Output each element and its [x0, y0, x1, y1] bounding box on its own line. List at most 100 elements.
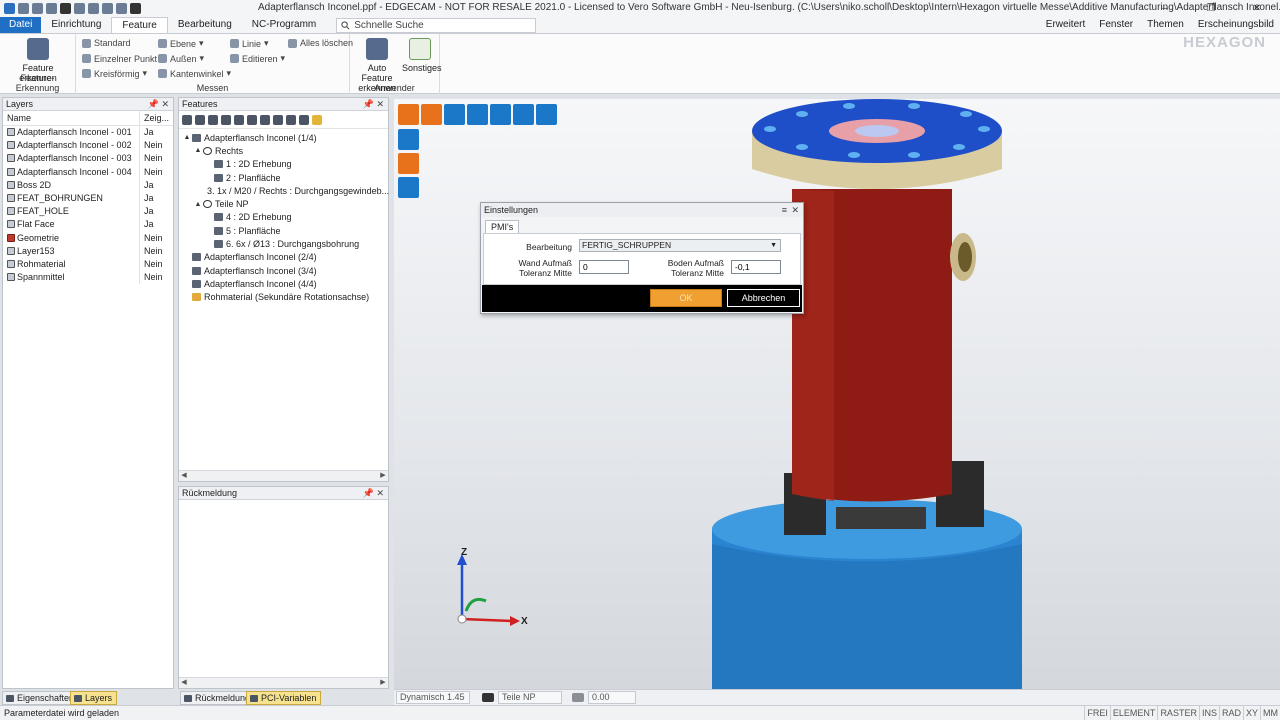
layer-visible-cell[interactable]: Ja: [138, 204, 173, 218]
ebene-button[interactable]: Ebene ▾: [158, 38, 204, 49]
print-icon[interactable]: [74, 3, 85, 14]
tab-layers[interactable]: Layers: [70, 691, 118, 705]
layer-visible-cell[interactable]: Nein: [138, 231, 173, 245]
sonstiges-button[interactable]: Sonstiges: [402, 38, 442, 73]
save-icon[interactable]: [46, 3, 57, 14]
feature-tree-item[interactable]: 1 : 2D Erhebung: [179, 158, 388, 171]
layer-visible-cell[interactable]: Nein: [138, 138, 173, 152]
standard-button[interactable]: Standard: [82, 38, 131, 48]
layer-row[interactable]: FEAT_HOLE Ja: [3, 204, 173, 218]
layer-visible-cell[interactable]: Ja: [138, 191, 173, 205]
layer-row[interactable]: Layer153 Nein: [3, 244, 173, 258]
cancel-button[interactable]: Abbrechen: [727, 289, 800, 307]
layer-visible-cell[interactable]: Ja: [138, 217, 173, 231]
tab-pmis[interactable]: PMI's: [485, 220, 520, 234]
column-zeigen[interactable]: Zeig...: [138, 111, 173, 126]
feature-tree-item[interactable]: 2 : Planfläche: [179, 171, 388, 184]
feature-tree-item[interactable]: Adapterflansch Inconel (2/4): [179, 251, 388, 264]
linie-button[interactable]: Linie ▾: [230, 38, 269, 49]
feature-tool-icon[interactable]: [247, 114, 257, 125]
minimize-button[interactable]: –: [1142, 0, 1188, 17]
open-file-icon[interactable]: [32, 3, 43, 14]
close-button[interactable]: ✕: [1234, 0, 1280, 17]
layer-visible-cell[interactable]: Nein: [138, 151, 173, 166]
tab-feature[interactable]: Feature: [111, 17, 168, 33]
alles-loeschen-button[interactable]: Alles löschen: [288, 38, 353, 48]
tab-pci-variablen[interactable]: PCI-Variablen: [246, 691, 322, 705]
layer-row[interactable]: Flat Face Ja: [3, 217, 173, 231]
feature-tree-item[interactable]: Adapterflansch Inconel (4/4): [179, 277, 388, 290]
expand-toggle[interactable]: ▲: [193, 147, 203, 154]
wand-aufmass-input[interactable]: [579, 260, 629, 274]
layer-row[interactable]: FEAT_BOHRUNGEN Ja: [3, 191, 173, 205]
feature-tool-icon[interactable]: [273, 114, 283, 125]
feature-tree-item[interactable]: 3. 1x / M20 / Rechts : Durchgangsgewinde…: [179, 184, 389, 197]
feature-tree-item[interactable]: 6. 6x / Ø13 : Durchgangsbohrung: [179, 237, 388, 250]
cancel-icon[interactable]: [130, 3, 141, 14]
scroll-right-arrow[interactable]: ▶: [378, 678, 388, 688]
tool-icon[interactable]: [88, 3, 99, 14]
layer-row[interactable]: Adapterflansch Inconel - 002 Nein: [3, 138, 173, 152]
feature-tree-item[interactable]: ▲ Rechts: [179, 144, 388, 157]
aussen-button[interactable]: Außen ▾: [158, 53, 204, 64]
rueckmeldung-horizontal-scrollbar[interactable]: ◀ ▶: [179, 677, 388, 688]
menu-erscheinungsbild[interactable]: Erscheinungsbild: [1198, 17, 1274, 33]
feature-tool-icon[interactable]: [260, 114, 270, 125]
lock-icon[interactable]: [312, 114, 322, 125]
feature-tool-icon[interactable]: [234, 114, 244, 125]
layer-visible-cell[interactable]: Nein: [138, 257, 173, 271]
tab-einrichtung[interactable]: Einrichtung: [41, 17, 111, 33]
layer-row[interactable]: Boss 2D Ja: [3, 178, 173, 192]
ok-button[interactable]: OK: [650, 289, 722, 307]
kantenwinkel-button[interactable]: Kantenwinkel ▾: [158, 68, 231, 79]
feature-tree-item[interactable]: Rohmaterial (Sekundäre Rotationsachse): [179, 291, 388, 304]
editieren-button[interactable]: Editieren ▾: [230, 53, 285, 64]
layer-row[interactable]: Adapterflansch Inconel - 003 Nein: [3, 151, 173, 166]
layer-row[interactable]: Adapterflansch Inconel - 001 Ja: [3, 125, 173, 139]
layer-row[interactable]: Spannmittel Nein: [3, 270, 173, 284]
redo-icon[interactable]: [116, 3, 127, 14]
scroll-right-arrow[interactable]: ▶: [378, 471, 388, 481]
dialog-close-icon[interactable]: ✕: [791, 203, 799, 217]
restore-button[interactable]: ❐: [1188, 0, 1234, 17]
panel-controls[interactable]: 📌 ✕: [148, 98, 169, 110]
scroll-left-arrow[interactable]: ◀: [179, 678, 189, 688]
menu-erweitert[interactable]: Erweitert: [1046, 17, 1085, 33]
tab-bearbeitung[interactable]: Bearbeitung: [168, 17, 242, 33]
features-horizontal-scrollbar[interactable]: ◀ ▶: [179, 470, 388, 481]
expand-toggle[interactable]: ▲: [182, 134, 192, 141]
undo-icon[interactable]: [102, 3, 113, 14]
tab-datei[interactable]: Datei: [0, 17, 42, 33]
layer-row[interactable]: Geometrie Nein: [3, 231, 173, 245]
feature-tool-icon[interactable]: [221, 114, 231, 125]
delete-icon[interactable]: [208, 114, 218, 125]
layer-visible-cell[interactable]: Ja: [138, 125, 173, 139]
feature-tree-item[interactable]: 5 : Planfläche: [179, 224, 388, 237]
layer-row[interactable]: Adapterflansch Inconel - 004 Nein: [3, 165, 173, 179]
info-icon[interactable]: [60, 3, 71, 14]
bearbeitung-select[interactable]: FERTIG_SCHRUPPEN ▼: [579, 239, 781, 252]
tab-rueckmeldung[interactable]: Rückmeldung: [180, 691, 256, 705]
panel-controls[interactable]: 📌 ✕: [363, 487, 384, 499]
feature-tree-item[interactable]: 4 : 2D Erhebung: [179, 211, 388, 224]
scroll-left-arrow[interactable]: ◀: [179, 471, 189, 481]
layer-visible-cell[interactable]: Nein: [138, 244, 173, 258]
new-file-icon[interactable]: [18, 3, 29, 14]
dialog-menu-icon[interactable]: ≡: [782, 203, 787, 217]
layer-visible-cell[interactable]: Ja: [138, 178, 173, 192]
value-field[interactable]: 0.00: [588, 691, 636, 704]
einzelner-punkt-button[interactable]: Einzelner Punkt▾: [82, 53, 165, 64]
layer-visible-cell[interactable]: Nein: [138, 165, 173, 179]
feature-tree-item[interactable]: Adapterflansch Inconel (3/4): [179, 264, 388, 277]
menu-themen[interactable]: Themen: [1147, 17, 1184, 33]
feature-tree-item[interactable]: ▲ Adapterflansch Inconel (1/4): [179, 131, 388, 144]
view-select[interactable]: Teile NP: [498, 691, 562, 704]
3d-viewport[interactable]: Z X: [394, 99, 1280, 689]
dynamic-view-field[interactable]: Dynamisch 1.45: [396, 691, 470, 704]
expand-toggle[interactable]: ▲: [193, 201, 203, 208]
tab-eigenschaften[interactable]: Eigenschaften: [2, 691, 80, 705]
layer-row[interactable]: Rohmaterial Nein: [3, 257, 173, 271]
feature-tool-icon[interactable]: [286, 114, 296, 125]
feature-tool-icon[interactable]: [299, 114, 309, 125]
feature-tool-icon[interactable]: [182, 114, 192, 125]
